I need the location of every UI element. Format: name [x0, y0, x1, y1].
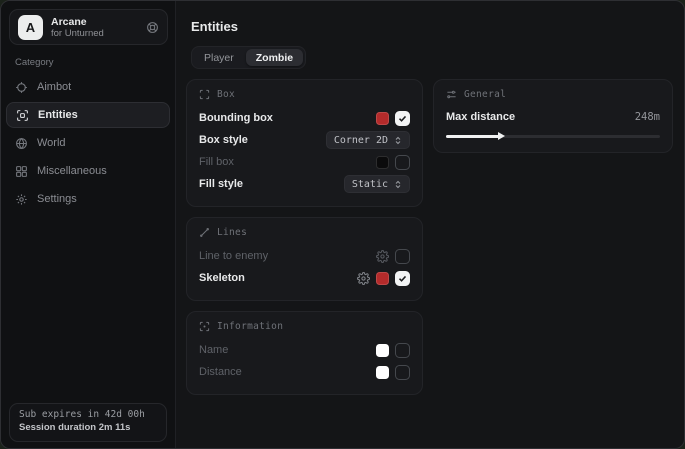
setting-row-max-distance: Max distance 248m: [446, 107, 660, 127]
skeleton-settings-gear-icon[interactable]: [357, 272, 370, 285]
box-style-dropdown[interactable]: Corner 2D: [326, 131, 410, 149]
setting-row-distance: Distance: [199, 361, 410, 383]
subscription-status-card: Sub expires in 42d 00h Session duration …: [9, 403, 167, 442]
chevrons-up-down-icon: [394, 180, 402, 189]
line-settings-gear-icon[interactable]: [376, 250, 389, 263]
session-duration-text: Session duration 2m 11s: [19, 422, 157, 433]
section-title: Lines: [217, 227, 247, 238]
help-icon[interactable]: [146, 21, 159, 34]
section-title: General: [464, 89, 506, 100]
sidebar-nav: Aimbot Entities World: [1, 73, 175, 213]
sidebar-item-label: Settings: [37, 193, 77, 205]
app-window: A Arcane for Unturned Category: [0, 0, 685, 449]
main-content: Entities Player Zombie Box Bounding box: [177, 1, 684, 448]
entity-tabs: Player Zombie: [191, 46, 306, 69]
line-icon: [199, 227, 210, 238]
sidebar-item-label: Entities: [38, 109, 78, 121]
sidebar-item-world[interactable]: World: [1, 129, 175, 157]
app-header-card: A Arcane for Unturned: [9, 9, 168, 45]
color-swatch[interactable]: [376, 344, 389, 357]
setting-row-fill-style: Fill style Static: [199, 173, 410, 195]
check-icon: [398, 274, 407, 283]
category-label: Category: [15, 57, 54, 68]
setting-row-box-style: Box style Corner 2D: [199, 129, 410, 151]
sidebar-item-label: Miscellaneous: [37, 165, 107, 177]
line-to-enemy-checkbox[interactable]: [395, 249, 410, 264]
color-swatch[interactable]: [376, 272, 389, 285]
setting-row-name: Name: [199, 339, 410, 361]
sliders-icon: [446, 89, 457, 100]
box-corners-icon: [199, 89, 210, 100]
sidebar-item-entities[interactable]: Entities: [6, 102, 170, 128]
info-scan-icon: [199, 321, 210, 332]
globe-icon: [15, 137, 28, 150]
setting-row-bounding-box: Bounding box: [199, 107, 410, 129]
sidebar: A Arcane for Unturned Category: [1, 1, 176, 448]
section-title: Information: [217, 321, 283, 332]
entities-icon: [16, 109, 29, 122]
setting-row-skeleton: Skeleton: [199, 267, 410, 289]
max-distance-value: 248m: [635, 111, 660, 123]
lines-section-card: Lines Line to enemy: [186, 217, 423, 301]
bounding-box-checkbox[interactable]: [395, 111, 410, 126]
distance-checkbox[interactable]: [395, 365, 410, 380]
app-name: Arcane: [51, 16, 104, 28]
color-swatch[interactable]: [376, 156, 389, 169]
crosshair-icon: [15, 81, 28, 94]
chevrons-up-down-icon: [394, 136, 402, 145]
max-distance-slider[interactable]: [446, 131, 660, 141]
sidebar-item-miscellaneous[interactable]: Miscellaneous: [1, 157, 175, 185]
sub-expiry-text: Sub expires in 42d 00h: [19, 409, 157, 420]
tab-zombie[interactable]: Zombie: [246, 49, 303, 66]
fill-box-checkbox[interactable]: [395, 155, 410, 170]
sidebar-item-settings[interactable]: Settings: [1, 185, 175, 213]
sidebar-item-label: World: [37, 137, 66, 149]
app-logo: A: [18, 15, 43, 40]
sidebar-item-label: Aimbot: [37, 81, 71, 93]
color-swatch[interactable]: [376, 112, 389, 125]
skeleton-checkbox[interactable]: [395, 271, 410, 286]
sidebar-item-aimbot[interactable]: Aimbot: [1, 73, 175, 101]
setting-row-fill-box: Fill box: [199, 151, 410, 173]
setting-row-line-to-enemy: Line to enemy: [199, 245, 410, 267]
tab-player[interactable]: Player: [194, 49, 244, 66]
check-icon: [398, 114, 407, 123]
box-section-card: Box Bounding box Box style: [186, 79, 423, 207]
page-title: Entities: [191, 19, 238, 34]
app-subtitle: for Unturned: [51, 28, 104, 39]
grid-icon: [15, 165, 28, 178]
gear-icon: [15, 193, 28, 206]
name-checkbox[interactable]: [395, 343, 410, 358]
section-title: Box: [217, 89, 235, 100]
fill-style-dropdown[interactable]: Static: [344, 175, 410, 193]
slider-thumb[interactable]: [498, 132, 505, 140]
color-swatch[interactable]: [376, 366, 389, 379]
information-section-card: Information Name Distance: [186, 311, 423, 395]
general-section-card: General Max distance 248m: [433, 79, 673, 153]
